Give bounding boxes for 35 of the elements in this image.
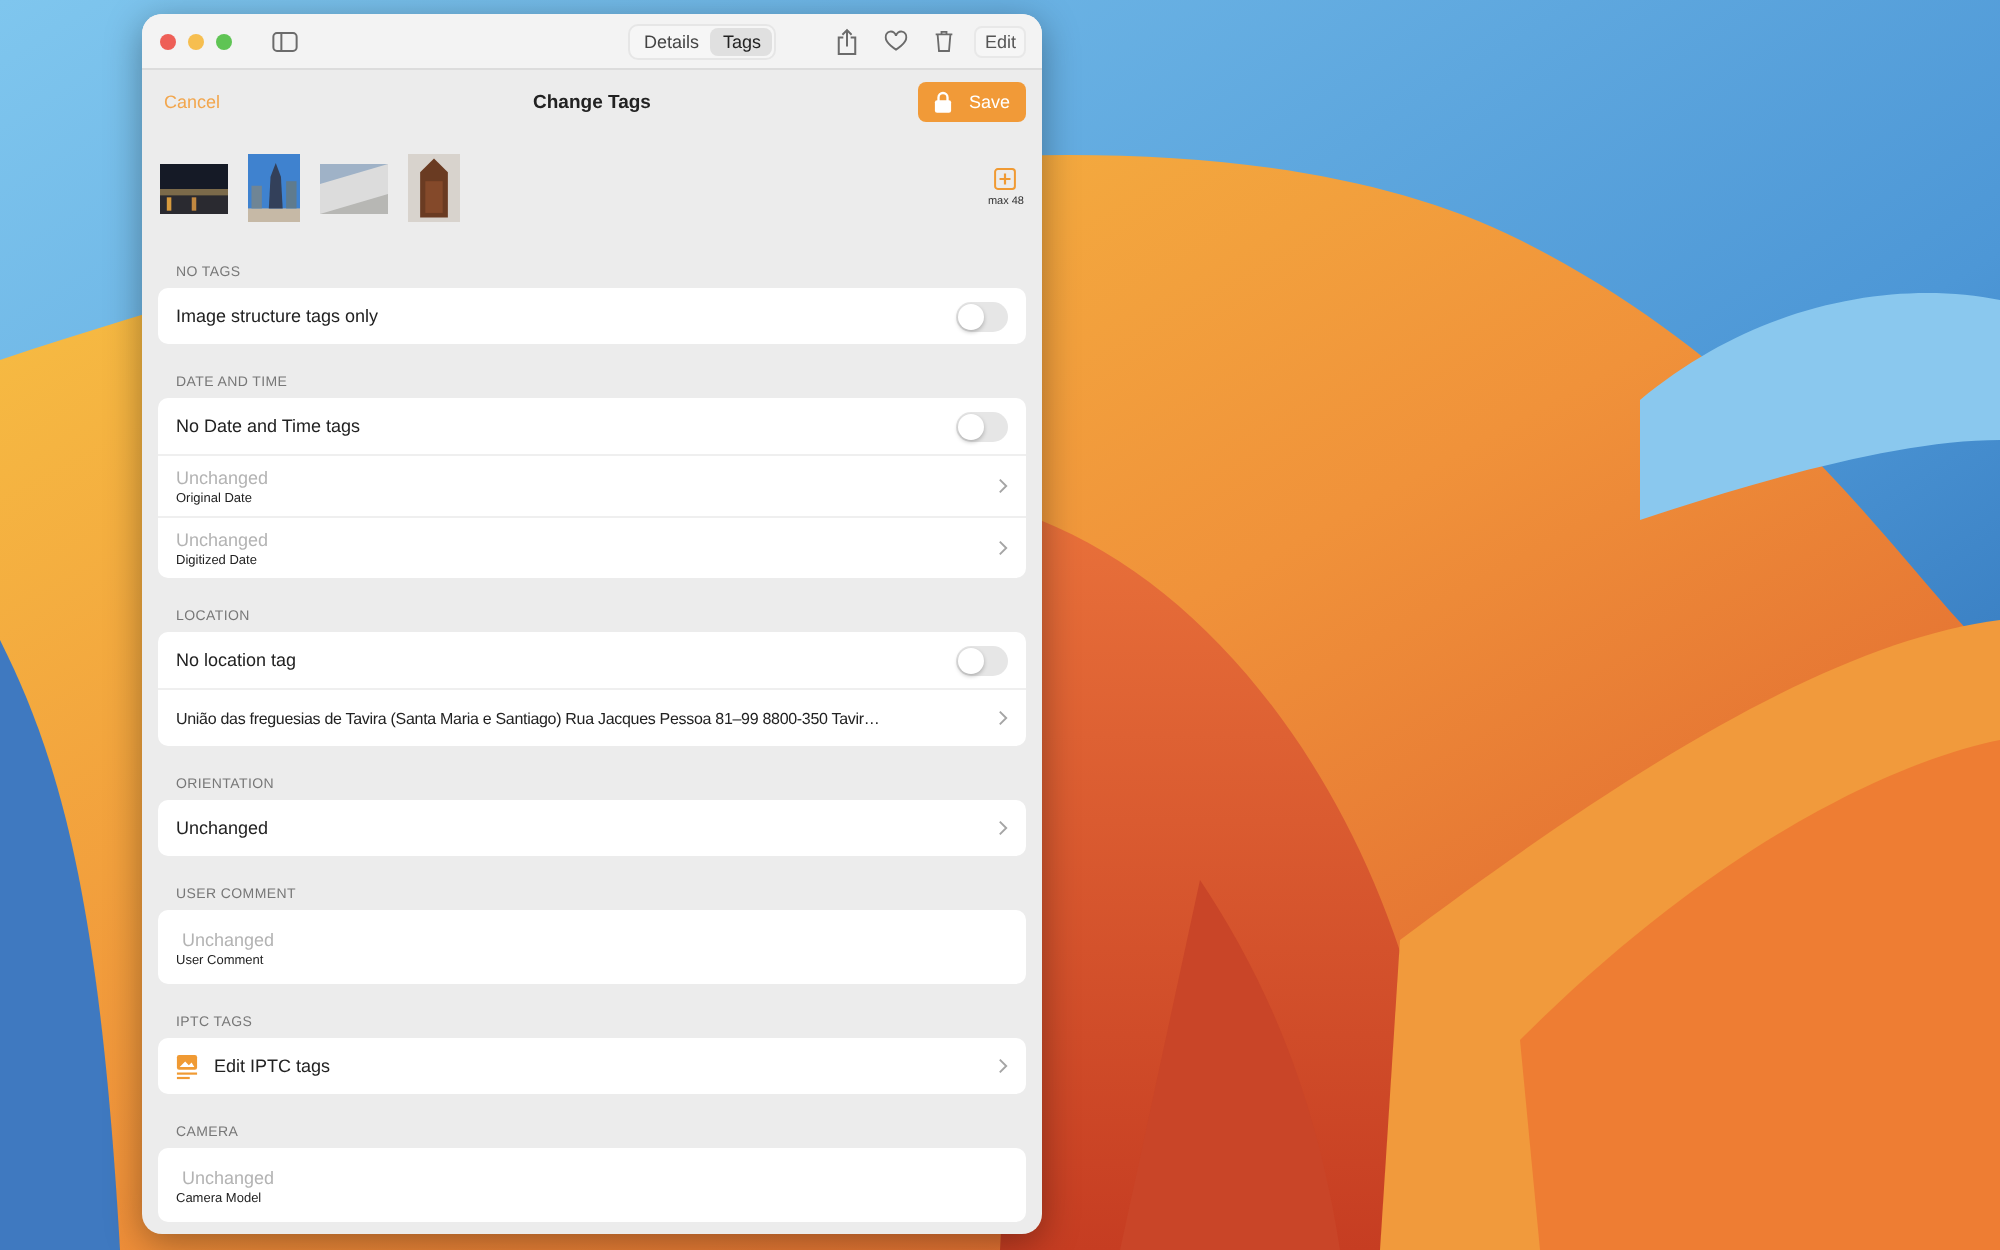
- image-tag-icon: [176, 1053, 198, 1079]
- sidebar-icon[interactable]: [272, 31, 298, 51]
- share-icon[interactable]: [836, 27, 859, 55]
- chevron-icon: [998, 478, 1008, 494]
- row-label: No Date and Time tags: [176, 416, 363, 436]
- segment-tab[interactable]: Tags: [710, 27, 773, 55]
- row-label: No location tag: [176, 650, 299, 670]
- lock-icon: [934, 90, 953, 114]
- toggle-switch[interactable]: [956, 645, 1008, 675]
- chevron-icon: [998, 1058, 1008, 1074]
- text-field[interactable]: Unchanged: [176, 930, 588, 950]
- disclosure-row[interactable]: Edit IPTC tags: [158, 1038, 1026, 1094]
- row-label: Edit IPTC tags: [214, 1056, 333, 1076]
- row-label: Image structure tags only: [176, 306, 381, 326]
- disclosure-row[interactable]: Unchanged: [158, 800, 1026, 856]
- edit-button[interactable]: Edit: [974, 25, 1026, 57]
- row-label: União das freguesias de Tavira (Santa Maria e Santiago) Rua Jacques Pessoa 81–99 8800-350 Tavir…: [176, 709, 880, 727]
- minimize-button[interactable]: [188, 33, 204, 49]
- disclosure-row[interactable]: União das freguesias de Tavira (Santa Maria e Santiago) Rua Jacques Pessoa 81–99 8800-350 Tavir…: [158, 688, 1026, 746]
- heart-icon[interactable]: [884, 30, 909, 52]
- chevron-icon: [998, 820, 1008, 836]
- zoom-button[interactable]: [216, 33, 232, 49]
- chevron-icon: [998, 540, 1008, 556]
- placeholder-text: Unchanged: [176, 467, 271, 487]
- segment-tab[interactable]: Details: [631, 27, 711, 55]
- sheet-title: Change Tags: [533, 91, 651, 113]
- row-label: Unchanged: [176, 818, 271, 838]
- toggle-switch[interactable]: [956, 301, 1008, 331]
- close-button[interactable]: [160, 33, 176, 49]
- placeholder-text: Unchanged: [176, 529, 271, 549]
- toggle-switch[interactable]: [956, 411, 1008, 441]
- chevron-icon: [998, 710, 1008, 726]
- add-icon[interactable]: [994, 168, 1017, 190]
- text-field[interactable]: Unchanged: [176, 1168, 588, 1188]
- trash-icon[interactable]: [934, 28, 955, 54]
